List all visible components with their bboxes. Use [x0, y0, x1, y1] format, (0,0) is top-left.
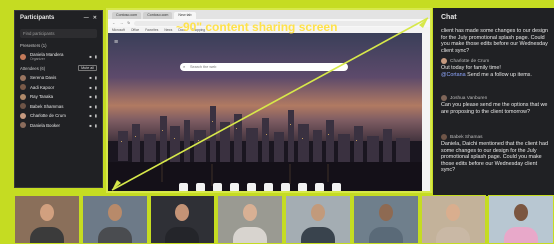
- participant-name: Ray Tanaka: [30, 94, 54, 100]
- participant-row[interactable]: Ray Tanaka ■ ▮: [15, 92, 102, 102]
- participant-video-tile[interactable]: [81, 195, 148, 244]
- participant-row[interactable]: Serena Davis ■ ▮: [15, 73, 102, 83]
- person-torso: [97, 227, 132, 243]
- participant-row-presenter[interactable]: Daniela Mandera Organizer ■ ▮: [15, 50, 102, 63]
- mute-all-button[interactable]: Mute all: [78, 65, 97, 71]
- person-torso: [165, 227, 200, 243]
- participant-name: Babek Shammas: [30, 103, 64, 109]
- person-face: [378, 204, 393, 221]
- attendees-section[interactable]: Attendees (6) Mute all: [15, 63, 102, 73]
- person-torso: [233, 227, 268, 243]
- participant-row[interactable]: Aadi Kapoor ■ ▮: [15, 83, 102, 93]
- camera-icon: ■: [89, 54, 92, 59]
- avatar: [20, 122, 26, 129]
- chat-panel: Chat client has made some changes to our…: [433, 8, 554, 196]
- person-torso: [29, 227, 64, 243]
- camera-icon: ■: [89, 122, 92, 128]
- avatar: [20, 93, 26, 100]
- camera-icon: ■: [89, 75, 92, 81]
- person-face: [310, 204, 325, 221]
- participants-search-input[interactable]: Find participants: [20, 29, 97, 38]
- avatar: [441, 58, 447, 64]
- avatar: [20, 53, 26, 60]
- person-torso: [300, 227, 335, 243]
- microphone-icon: ▮: [94, 75, 97, 81]
- chat-message: Charlotte de Crum Out today for family t…: [441, 58, 532, 78]
- participant-name: Serena Davis: [30, 75, 57, 81]
- avatar: [441, 134, 447, 140]
- camera-icon: ■: [89, 103, 92, 109]
- participant-video-tile[interactable]: [488, 195, 554, 244]
- microphone-icon: ▮: [94, 103, 97, 109]
- microphone-icon: ▮: [94, 54, 97, 59]
- participants-panel: Participants — ✕ Find participants Prese…: [14, 10, 103, 188]
- chat-message: Joshua Vanburen Can you please send me t…: [441, 95, 548, 115]
- person-torso: [504, 227, 539, 243]
- avatar: [20, 112, 26, 119]
- participant-video-tile[interactable]: [285, 195, 351, 244]
- chat-title: Chat: [441, 14, 457, 21]
- camera-icon: ■: [89, 94, 92, 100]
- participant-name: Daniela Booker: [30, 122, 61, 128]
- camera-icon: ■: [89, 84, 92, 90]
- participants-title: Participants: [20, 15, 55, 21]
- participant-row[interactable]: Charlotte de Crum ■ ▮: [15, 111, 102, 121]
- camera-icon: ■: [89, 113, 92, 119]
- person-torso: [436, 227, 471, 243]
- participant-video-tile[interactable]: [420, 195, 487, 244]
- participants-header: Participants — ✕: [15, 11, 102, 25]
- chat-message: Babek Shamas Daniela, Daichi mentioned t…: [441, 134, 548, 174]
- avatar: [20, 74, 26, 81]
- participant-role: Organizer: [30, 57, 45, 61]
- shared-screen: Contoso.comContoso.comNew tab ← → ↻ ⋯ Mi…: [106, 8, 432, 193]
- microphone-icon: ▮: [94, 113, 97, 119]
- person-face: [39, 204, 54, 221]
- person-torso: [368, 227, 403, 243]
- avatar: [20, 103, 26, 110]
- participant-row[interactable]: Daniela Booker ■ ▮: [15, 121, 102, 131]
- participant-video-tile[interactable]: [14, 195, 80, 244]
- participant-video-tile[interactable]: [352, 195, 419, 244]
- person-face: [514, 204, 529, 221]
- green-screen-background: Participants — ✕ Find participants Prese…: [0, 0, 554, 244]
- participant-name: Charlotte de Crum: [30, 113, 66, 119]
- mention-link[interactable]: @Cortana: [441, 72, 466, 78]
- person-face: [446, 204, 461, 221]
- microphone-icon: ▮: [94, 84, 97, 90]
- participant-video-tile[interactable]: [149, 195, 216, 244]
- screen-diagonal-line: [111, 17, 429, 191]
- video-gallery: [14, 195, 554, 244]
- avatar: [441, 95, 447, 101]
- microphone-icon: ▮: [94, 94, 97, 100]
- close-icon[interactable]: ✕: [93, 15, 97, 21]
- person-face: [175, 204, 190, 221]
- person-face: [107, 204, 122, 221]
- minimize-icon[interactable]: —: [84, 15, 89, 21]
- chat-message: client has made some changes to our desi…: [441, 28, 548, 54]
- participant-name: Aadi Kapoor: [30, 84, 55, 90]
- avatar: [20, 84, 26, 91]
- participant-row[interactable]: Babek Shammas ■ ▮: [15, 102, 102, 112]
- person-face: [243, 204, 258, 221]
- presenters-section[interactable]: Presenters (1): [15, 41, 102, 50]
- microphone-icon: ▮: [94, 122, 97, 128]
- screen-size-caption: ~90" content sharing screen: [176, 20, 338, 34]
- participant-video-tile[interactable]: [217, 195, 283, 244]
